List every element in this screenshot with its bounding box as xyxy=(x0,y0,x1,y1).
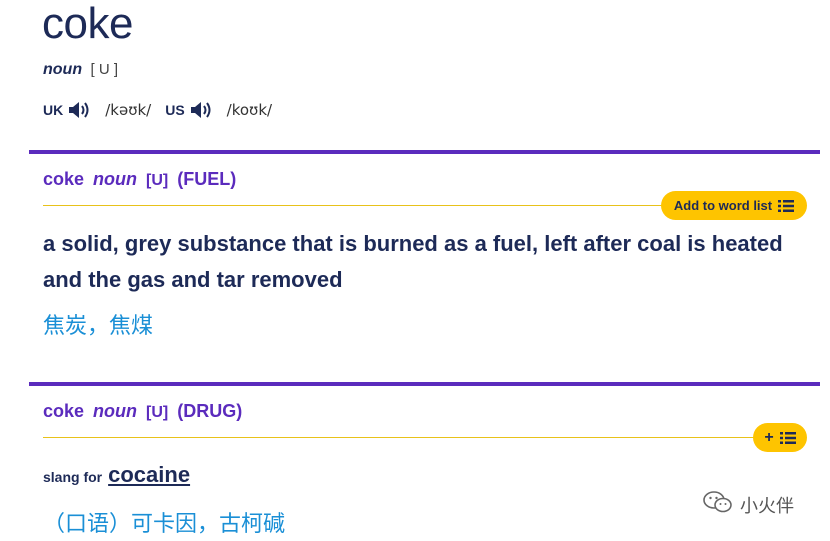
sense-header: coke noun [U] (FUEL) xyxy=(43,168,236,192)
pronunciation-line: UK /kəʊk/ US /koʊk/ xyxy=(43,100,286,120)
sense-grammar: [U] xyxy=(146,404,169,421)
ipa-us: /koʊk/ xyxy=(226,101,273,119)
sense-headword: coke xyxy=(43,401,85,421)
sense-grammar: [U] xyxy=(146,172,169,189)
sense-headword: coke xyxy=(43,169,85,189)
slang-label: slang for xyxy=(43,469,103,485)
translation-text: 焦炭，焦煤 xyxy=(43,314,154,339)
sense-guideword: (DRUG) xyxy=(177,401,243,421)
sense-underline xyxy=(43,437,758,438)
headword: coke xyxy=(42,0,133,48)
region-label-uk: UK xyxy=(43,102,64,118)
part-of-speech-line: noun [ U ] xyxy=(43,60,118,80)
speaker-icon[interactable] xyxy=(189,100,215,120)
add-to-word-list-button[interactable]: Add to word list xyxy=(661,191,807,220)
speaker-icon[interactable] xyxy=(67,100,93,120)
sense-header: coke noun [U] (DRUG) xyxy=(43,400,242,424)
definition-text: a solid, grey substance that is burned a… xyxy=(43,231,783,292)
sense-divider xyxy=(29,150,820,154)
cross-reference-link[interactable]: cocaine xyxy=(108,462,190,488)
sense-divider xyxy=(29,382,820,386)
sense-pos: noun xyxy=(93,401,138,421)
wechat-icon xyxy=(702,490,734,519)
add-to-word-list-label: + xyxy=(764,428,774,446)
watermark-text: 小火伴 xyxy=(740,495,794,517)
watermark: 小火伴 xyxy=(702,490,794,519)
sense-guideword: (FUEL) xyxy=(177,169,237,189)
list-icon xyxy=(779,431,796,444)
region-label-us: US xyxy=(165,102,185,118)
sense-underline xyxy=(43,205,668,206)
ipa-uk: /kəʊk/ xyxy=(105,101,152,119)
slang-line: slang for cocaine xyxy=(43,462,190,488)
add-to-word-list-label: Add to word list xyxy=(673,198,773,213)
translation-text: （口语）可卡因，古柯碱 xyxy=(43,512,286,537)
list-icon xyxy=(778,199,795,212)
grammar-code: [ U ] xyxy=(90,61,119,78)
add-to-word-list-button[interactable]: + xyxy=(753,423,807,452)
sense-pos: noun xyxy=(93,169,138,189)
part-of-speech: noun xyxy=(43,61,83,78)
